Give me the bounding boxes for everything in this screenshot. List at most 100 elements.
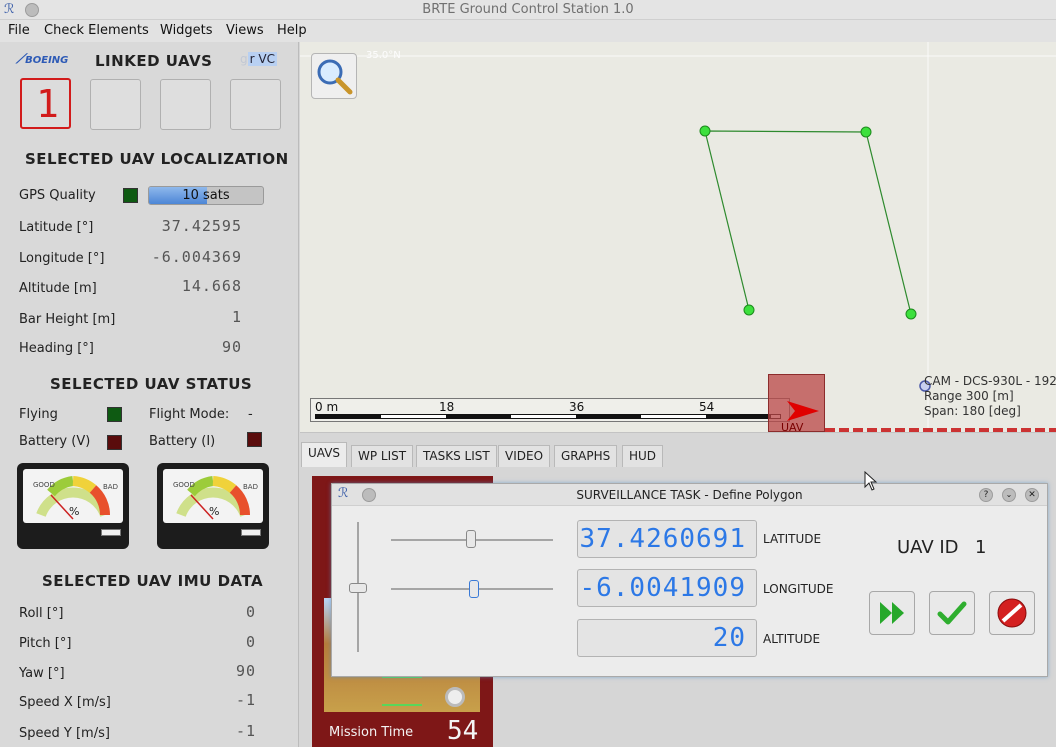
svg-text:BAD: BAD bbox=[243, 483, 258, 491]
menu-check-elements[interactable]: Check Elements bbox=[44, 23, 149, 38]
cancel-icon bbox=[997, 598, 1027, 628]
gauge-connector bbox=[101, 529, 121, 536]
tabs-bar: UAVS WP LIST TASKS LIST VIDEO GRAPHS HUD bbox=[300, 432, 1056, 467]
linked-uav-slot-2[interactable] bbox=[90, 79, 141, 130]
gps-quality-label: GPS Quality bbox=[19, 188, 96, 203]
uav-id-label: UAV ID bbox=[897, 537, 959, 558]
pitch-value: 0 bbox=[245, 633, 256, 651]
svg-text:%: % bbox=[69, 505, 79, 518]
menu-help[interactable]: Help bbox=[277, 23, 307, 38]
latitude-label: Latitude [°] bbox=[19, 220, 94, 235]
map-view[interactable]: 35.0°N 0 m 18 36 54 UAV CAM - DCS-930L -… bbox=[300, 42, 1056, 432]
attitude-level-line bbox=[382, 704, 422, 706]
speed-x-value: -1 bbox=[235, 691, 256, 709]
tab-graphs[interactable]: GRAPHS bbox=[554, 445, 618, 467]
dialog-title: SURVEILLANCE TASK - Define Polygon bbox=[576, 488, 803, 502]
help-button[interactable]: ? bbox=[979, 488, 993, 502]
partner-logo: gr VC bbox=[240, 52, 277, 66]
title-bar: ℛ BRTE Ground Control Station 1.0 bbox=[0, 0, 1056, 20]
confirm-button[interactable] bbox=[929, 591, 975, 635]
menu-views[interactable]: Views bbox=[226, 23, 264, 38]
fast-forward-icon bbox=[880, 602, 904, 624]
roll-label: Roll [°] bbox=[19, 606, 64, 621]
tab-hud[interactable]: HUD bbox=[622, 445, 664, 467]
surveillance-task-dialog: ℛ SURVEILLANCE TASK - Define Polygon ? ⌄… bbox=[331, 483, 1048, 677]
speed-y-label: Speed Y [m/s] bbox=[19, 726, 110, 741]
bar-height-label: Bar Height [m] bbox=[19, 312, 116, 327]
dialog-title-bar: ℛ SURVEILLANCE TASK - Define Polygon ? ⌄… bbox=[332, 484, 1047, 506]
tab-uavs[interactable]: UAVS bbox=[301, 442, 348, 467]
mission-time-label: Mission Time bbox=[329, 725, 414, 740]
battery-voltage-indicator bbox=[107, 435, 122, 450]
battery-current-gauge: GOOD BAD % bbox=[157, 463, 269, 549]
scale-label-18: 18 bbox=[439, 400, 455, 414]
waypoint-marker[interactable] bbox=[743, 304, 755, 316]
camera-info: CAM - DCS-930L - 192 Range 300 [m] Span:… bbox=[924, 374, 1056, 418]
menu-widgets[interactable]: Widgets bbox=[160, 23, 213, 38]
latitude-slider-handle[interactable] bbox=[466, 530, 476, 548]
checkmark-icon bbox=[937, 601, 967, 625]
yaw-label: Yaw [°] bbox=[19, 666, 65, 681]
waypoint-marker[interactable] bbox=[905, 308, 917, 320]
uav-arrow-icon bbox=[787, 401, 819, 421]
longitude-slider-handle[interactable] bbox=[469, 580, 479, 598]
altitude-field-label: ALTITUDE bbox=[763, 632, 821, 646]
latitude-tag: 35.0°N bbox=[366, 50, 401, 61]
linked-uav-slot-3[interactable] bbox=[160, 79, 211, 130]
linked-uavs-title: LINKED UAVS bbox=[95, 52, 213, 70]
hud-knob-icon[interactable] bbox=[445, 687, 465, 707]
altitude-label: Altitude [m] bbox=[19, 281, 97, 296]
flying-label: Flying bbox=[19, 407, 58, 422]
longitude-label: Longitude [°] bbox=[19, 251, 105, 266]
close-button[interactable]: ✕ bbox=[1025, 488, 1039, 502]
yaw-value: 90 bbox=[235, 662, 256, 680]
linked-uav-slot-4[interactable] bbox=[230, 79, 281, 130]
latitude-field-label: LATITUDE bbox=[763, 532, 822, 546]
boeing-logo-icon: ⟋ bbox=[16, 52, 26, 67]
altitude-display: 20 bbox=[577, 619, 757, 657]
boeing-logo: ⟋BOEING bbox=[16, 52, 69, 67]
svg-text:BAD: BAD bbox=[103, 483, 118, 491]
magnifier-icon bbox=[317, 59, 353, 95]
status-title: SELECTED UAV STATUS bbox=[50, 375, 253, 393]
gps-sats-bar: 10 sats bbox=[148, 186, 264, 205]
gps-status-indicator bbox=[123, 188, 138, 203]
speed-x-label: Speed X [m/s] bbox=[19, 695, 111, 710]
uav-slot-digit: 1 bbox=[36, 82, 59, 126]
scale-label-54: 54 bbox=[699, 400, 715, 414]
fast-forward-button[interactable] bbox=[869, 591, 915, 635]
waypoint-marker[interactable] bbox=[860, 126, 872, 138]
gps-sats-text: 10 sats bbox=[182, 188, 230, 203]
zoom-button[interactable] bbox=[311, 53, 357, 99]
svg-text:%: % bbox=[209, 505, 219, 518]
scale-ruler bbox=[315, 414, 781, 419]
tab-video[interactable]: VIDEO bbox=[498, 445, 551, 467]
flight-mode-value: - bbox=[248, 407, 253, 422]
speed-y-value: -1 bbox=[235, 722, 256, 740]
battery-current-label: Battery (I) bbox=[149, 434, 216, 449]
cancel-button[interactable] bbox=[989, 591, 1035, 635]
heading-value: 90 bbox=[221, 338, 242, 356]
gauge-dial-icon: GOOD BAD % bbox=[33, 476, 118, 520]
flying-indicator bbox=[107, 407, 122, 422]
menu-file[interactable]: File bbox=[8, 23, 30, 38]
heading-label: Heading [°] bbox=[19, 341, 94, 356]
scale-label-0: 0 m bbox=[315, 400, 339, 414]
latitude-value: 37.42595 bbox=[161, 217, 242, 235]
uav-id-value: 1 bbox=[975, 537, 987, 558]
minimize-button[interactable]: ⌄ bbox=[1002, 488, 1016, 502]
battery-voltage-label: Battery (V) bbox=[19, 434, 91, 449]
mission-time-value: 54 bbox=[447, 716, 479, 746]
linked-uav-slot-1[interactable]: 1 bbox=[20, 78, 71, 129]
tab-wp-list[interactable]: WP LIST bbox=[351, 445, 414, 467]
pitch-label: Pitch [°] bbox=[19, 636, 72, 651]
left-panel: ⟋BOEING LINKED UAVS gr VC 1 SELECTED UAV… bbox=[0, 42, 299, 747]
waypoint-marker[interactable] bbox=[699, 125, 711, 137]
scale-label-36: 36 bbox=[569, 400, 585, 414]
vertical-slider-handle[interactable] bbox=[349, 583, 367, 593]
svg-text:GOOD: GOOD bbox=[33, 481, 55, 489]
tab-tasks-list[interactable]: TASKS LIST bbox=[416, 445, 497, 467]
bar-height-value: 1 bbox=[231, 308, 242, 326]
svg-text:GOOD: GOOD bbox=[173, 481, 195, 489]
longitude-field-label: LONGITUDE bbox=[763, 582, 834, 596]
